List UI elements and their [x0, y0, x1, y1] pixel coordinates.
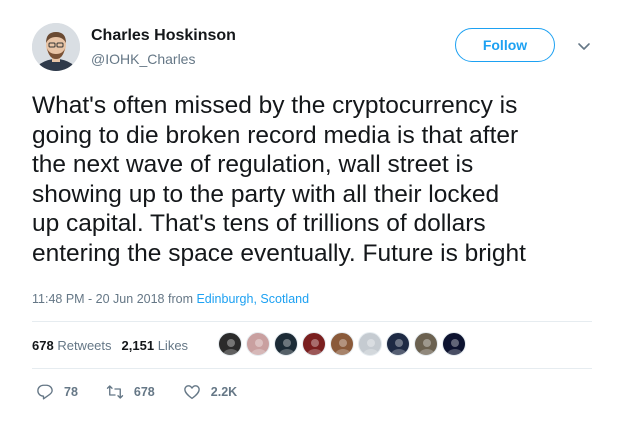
likers-avatars — [218, 332, 466, 356]
tweet-location[interactable]: Edinburgh, Scotland — [196, 292, 309, 306]
retweet-icon — [106, 385, 124, 399]
liker-avatar[interactable] — [218, 332, 242, 356]
divider — [32, 368, 592, 369]
retweets-stat[interactable]: 678 Retweets — [32, 338, 112, 353]
retweets-label: Retweets — [57, 337, 112, 353]
likes-count: 2,151 — [121, 337, 155, 353]
tweet-stats: 678 Retweets 2,151 Likes — [32, 333, 198, 357]
retweet-count: 678 — [133, 385, 155, 399]
like-count: 2.2K — [210, 385, 238, 399]
author-avatar[interactable] — [32, 23, 80, 71]
retweet-button[interactable]: 678 — [106, 383, 155, 401]
tweet-text: What's often missed by the cryptocurrenc… — [32, 92, 526, 267]
divider — [32, 321, 592, 322]
reply-button[interactable]: 78 — [36, 383, 78, 401]
likes-stat[interactable]: 2,151 Likes — [122, 338, 189, 353]
like-button[interactable]: 2.2K — [183, 383, 237, 401]
retweets-count: 678 — [32, 337, 54, 353]
liker-avatar[interactable] — [442, 332, 466, 356]
author-handle[interactable]: @IOHK_Charles — [91, 51, 195, 67]
reply-icon — [37, 384, 53, 400]
from-label: from — [167, 292, 193, 306]
likes-label: Likes — [157, 337, 189, 353]
tweet-meta: 11:48 PM - 20 Jun 2018 from Edinburgh, S… — [32, 292, 309, 306]
tweet-timestamp[interactable]: 11:48 PM - 20 Jun 2018 — [32, 292, 165, 306]
liker-avatar[interactable] — [414, 332, 438, 356]
liker-avatar[interactable] — [358, 332, 382, 356]
author-name[interactable]: Charles Hoskinson — [91, 27, 236, 45]
follow-button[interactable]: Follow — [455, 28, 555, 62]
liker-avatar[interactable] — [386, 332, 410, 356]
liker-avatar[interactable] — [330, 332, 354, 356]
tweet-actions: 78 678 2.2K — [36, 383, 265, 401]
reply-count: 78 — [64, 385, 78, 399]
liker-avatar[interactable] — [302, 332, 326, 356]
liker-avatar[interactable] — [274, 332, 298, 356]
heart-icon — [183, 385, 200, 400]
liker-avatar[interactable] — [246, 332, 270, 356]
chevron-down-icon[interactable] — [576, 38, 592, 54]
